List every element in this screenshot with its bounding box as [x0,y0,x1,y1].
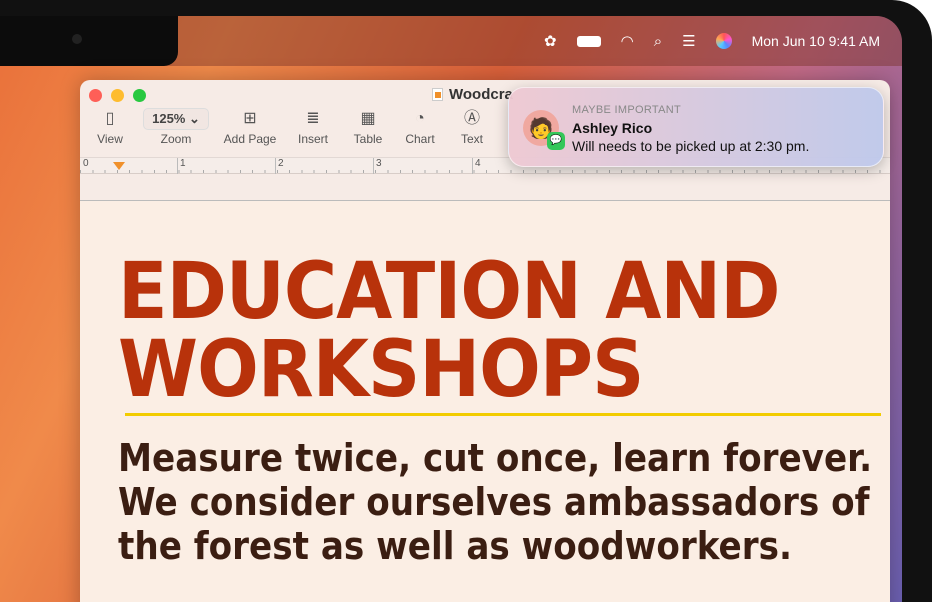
heading-rule [125,413,881,416]
chart-icon: ◔ [415,110,425,127]
body-line: We consider ourselves ambassadors of [118,480,870,524]
zoom-label: Zoom [160,132,192,146]
ruler-mark: 0 [83,158,89,169]
text-box-icon: Ⓐ [463,110,480,127]
ruler-mark: 3 [376,158,382,169]
siri-icon[interactable] [715,33,732,49]
heading-line: EDUCATION AND [118,247,780,337]
ruler-tick [373,158,374,174]
camera-notch [0,16,178,66]
document-icon [432,88,443,101]
zoom-window-button[interactable] [133,89,146,102]
text-label: Text [460,132,483,146]
chevron-down-icon: ⌄ [188,111,200,126]
notification-message: Will needs to be picked up at 2:30 pm. [572,138,810,154]
insert-label: Insert [297,132,328,146]
ruler-mark: 1 [180,158,186,169]
notification-banner[interactable]: 🧑 💬 MAYBE IMPORTANT Ashley Rico Will nee… [508,87,884,167]
insert-button[interactable]: ≣ Insert [293,108,333,146]
battery-icon[interactable] [576,35,601,47]
add-page-label: Add Page [223,132,277,146]
zoom-value: 125% [152,111,186,126]
ruler-mark: 4 [475,158,481,169]
insert-icon: ≣ [306,110,320,127]
gear-icon[interactable]: ✿ [544,32,557,50]
heading-line: WORKSHOPS [118,325,644,415]
chart-label: Chart [405,132,435,146]
text-button[interactable]: Ⓐ Text [456,108,488,146]
sidebar-icon: ▯ [105,110,115,127]
body-line: the forest as well as woodworkers. [118,524,792,568]
view-button[interactable]: ▯ View [92,108,128,146]
document-page[interactable]: EDUCATION AND WORKSHOPS Measure twice, cu… [80,200,890,602]
minimize-button[interactable] [111,89,124,102]
zoom-control[interactable]: 125% ⌄ Zoom [143,108,209,146]
document-heading: EDUCATION AND WORKSHOPS [118,247,780,415]
control-center-icon[interactable]: ☰ [682,32,695,50]
menu-bar-clock[interactable]: Mon Jun 10 9:41 AM [752,33,880,49]
ruler-mark: 2 [278,158,284,169]
ruler-tick [275,158,276,174]
notification-category: MAYBE IMPORTANT [572,104,682,116]
search-icon[interactable]: ⌕ [654,33,662,50]
indent-marker[interactable] [113,162,125,170]
table-button[interactable]: ▦ Table [350,108,386,146]
body-line: Measure twice, cut once, learn forever. [118,436,873,480]
close-button[interactable] [89,89,102,102]
add-page-button[interactable]: ⊞ Add Page [220,108,280,146]
table-label: Table [353,132,383,146]
notification-sender: Ashley Rico [572,120,653,136]
table-icon: ▦ [360,110,376,127]
view-label: View [97,132,123,146]
window-title-text: Woodcra [449,86,513,103]
ruler-tick [177,158,178,174]
add-page-icon: ⊞ [243,110,257,127]
chart-button[interactable]: ◔ Chart [402,108,438,146]
camera [72,34,82,44]
zoom-select[interactable]: 125% ⌄ [143,108,209,130]
ruler-tick [472,158,473,174]
messages-icon: 💬 [547,132,565,150]
wifi-icon[interactable]: ◠ [621,32,634,50]
document-body: Measure twice, cut once, learn forever. … [118,436,872,568]
window-title: Woodcra [432,86,513,103]
